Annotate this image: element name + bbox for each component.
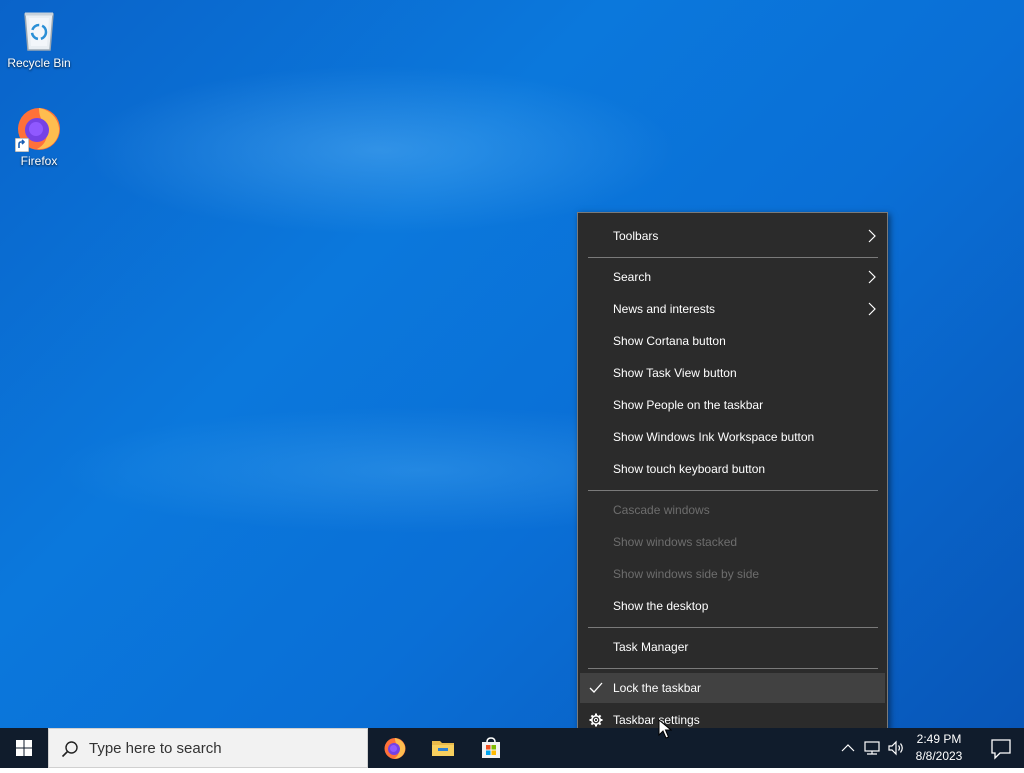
search-placeholder: Type here to search — [89, 740, 222, 757]
menu-item-show-cortana-button[interactable]: Show Cortana button — [580, 326, 885, 356]
recycle-bin-icon — [15, 6, 63, 54]
firefox-icon — [15, 104, 63, 152]
file-explorer-icon — [432, 741, 454, 756]
menu-item-label: Toolbars — [613, 229, 659, 243]
menu-item-label: Cascade windows — [613, 503, 710, 517]
chevron-right-icon — [868, 302, 876, 316]
chevron-up-icon[interactable] — [838, 738, 858, 758]
menu-item-show-people[interactable]: Show People on the taskbar — [580, 390, 885, 420]
gear-icon — [589, 713, 603, 727]
start-button[interactable] — [0, 728, 48, 768]
recycle-bin-shortcut[interactable]: Recycle Bin — [1, 6, 77, 70]
firefox-icon — [384, 738, 406, 759]
menu-item-label: Show People on the taskbar — [613, 398, 764, 412]
network-icon[interactable] — [862, 738, 882, 758]
taskbar[interactable]: Type here to search 2:49 PM 8/8/2023 — [0, 728, 1024, 768]
menu-item-show-touch-keyboard[interactable]: Show touch keyboard button — [580, 454, 885, 484]
firefox-shortcut[interactable]: Firefox — [1, 104, 77, 168]
desktop-icon-label: Recycle Bin — [7, 56, 71, 70]
clock-date: 8/8/2023 — [915, 749, 963, 763]
taskbar-clock[interactable]: 2:49 PM 8/8/2023 — [906, 731, 972, 765]
menu-separator — [588, 627, 878, 628]
chevron-right-icon — [868, 229, 876, 243]
menu-item-label: Taskbar settings — [613, 713, 700, 727]
clock-time: 2:49 PM — [916, 732, 962, 746]
menu-item-task-manager[interactable]: Task Manager — [580, 632, 885, 662]
menu-item-search[interactable]: Search — [580, 262, 885, 292]
menu-item-show-windows-stacked: Show windows stacked — [580, 527, 885, 557]
taskbar-app-microsoft-store[interactable] — [467, 728, 515, 768]
menu-item-label: News and interests — [613, 302, 716, 316]
menu-separator — [588, 668, 878, 669]
menu-item-label: Show Windows Ink Workspace button — [613, 430, 815, 444]
menu-item-cascade-windows: Cascade windows — [580, 495, 885, 525]
menu-item-show-task-view-button[interactable]: Show Task View button — [580, 358, 885, 388]
taskbar-search-box[interactable]: Type here to search — [48, 728, 368, 768]
microsoft-store-icon — [482, 737, 500, 758]
taskbar-app-firefox[interactable] — [371, 728, 419, 768]
checkmark-icon — [589, 682, 603, 693]
mouse-cursor-icon — [658, 719, 672, 739]
menu-item-label: Show Cortana button — [613, 334, 726, 348]
menu-item-label: Show windows stacked — [613, 535, 738, 549]
taskbar-context-menu: Toolbars Search News and interests Show … — [577, 212, 888, 744]
menu-item-label: Show Task View button — [613, 366, 737, 380]
menu-item-label: Show touch keyboard button — [613, 462, 766, 476]
menu-item-lock-the-taskbar[interactable]: Lock the taskbar — [580, 673, 885, 703]
search-icon — [61, 741, 78, 758]
notification-icon — [991, 739, 1011, 760]
volume-icon[interactable] — [886, 738, 906, 758]
menu-separator — [588, 490, 878, 491]
action-center-button[interactable] — [978, 728, 1024, 768]
windows-logo-icon — [16, 740, 32, 756]
menu-item-show-windows-side-by-side: Show windows side by side — [580, 559, 885, 589]
menu-item-label: Show windows side by side — [613, 567, 760, 581]
menu-item-show-windows-ink[interactable]: Show Windows Ink Workspace button — [580, 422, 885, 452]
desktop-icon-label: Firefox — [20, 154, 58, 168]
shortcut-arrow-icon — [15, 138, 29, 152]
menu-item-news-and-interests[interactable]: News and interests — [580, 294, 885, 324]
chevron-right-icon — [868, 270, 876, 284]
menu-item-label: Lock the taskbar — [613, 681, 702, 695]
menu-separator — [588, 257, 878, 258]
menu-item-show-the-desktop[interactable]: Show the desktop — [580, 591, 885, 621]
menu-item-label: Show the desktop — [613, 599, 709, 613]
menu-item-label: Task Manager — [613, 640, 689, 654]
menu-item-toolbars[interactable]: Toolbars — [580, 221, 885, 251]
taskbar-app-file-explorer[interactable] — [419, 728, 467, 768]
menu-item-label: Search — [613, 270, 652, 284]
